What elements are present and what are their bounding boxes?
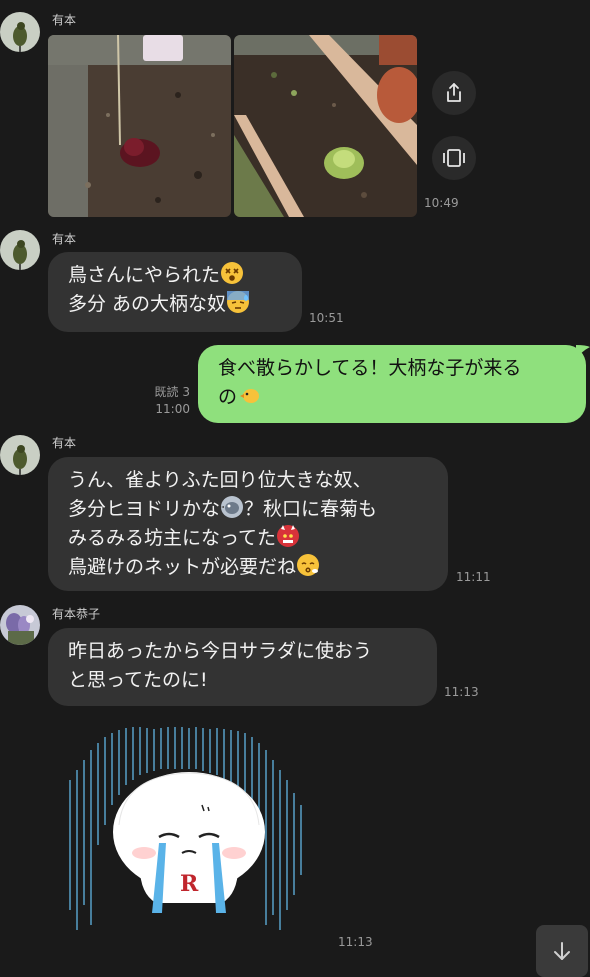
timestamp: 10:49 <box>424 196 459 210</box>
my-message-bubble[interactable]: 食べ散らかしてる！大柄な子が来る の <box>198 345 586 423</box>
message-text: 食べ散らかしてる！大柄な子が来る <box>218 357 522 379</box>
scroll-to-bottom-button[interactable] <box>536 925 588 977</box>
bird-emoji-icon <box>221 496 244 518</box>
message-text: ？秋口に春菊も <box>244 498 378 520</box>
message-bubble[interactable]: 鳥さんにやられた 多分 あの大柄な奴 <box>48 252 302 332</box>
sticker[interactable]: R <box>64 725 314 945</box>
sweat-face-emoji-icon <box>227 291 250 313</box>
bubble-tail <box>576 345 590 359</box>
avatar[interactable] <box>0 435 40 475</box>
dizzy-face-emoji-icon <box>221 262 244 284</box>
message-text: 鳥さんにやられた <box>68 264 221 286</box>
timestamp: 11:11 <box>456 570 491 584</box>
message-text: と思ってたのに! <box>68 669 208 691</box>
timestamp: 11:00 <box>155 402 190 416</box>
photo-thumbnail[interactable] <box>234 35 417 217</box>
avatar[interactable] <box>0 12 40 52</box>
chick-emoji-icon <box>238 384 260 406</box>
sigh-face-emoji-icon <box>297 554 320 576</box>
read-receipt: 既読 3 11:00 <box>140 384 190 418</box>
sender-name: 有本 <box>52 436 77 450</box>
message-text: の <box>218 386 238 408</box>
timestamp: 10:51 <box>309 311 344 325</box>
message-bubble[interactable]: うん、雀よりふた回り位大きな奴、 多分ヒヨドリかな ？秋口に春菊も みるみる坊主に… <box>48 457 448 591</box>
message-bubble[interactable]: 昨日あったから今日サラダに使おう と思ってたのに! <box>48 628 437 706</box>
timestamp: 11:13 <box>444 685 479 699</box>
share-button[interactable] <box>432 71 476 115</box>
timestamp: 11:13 <box>338 935 373 949</box>
message-text: みるみる坊主になってた <box>68 527 277 549</box>
avatar[interactable] <box>0 230 40 270</box>
oni-emoji-icon <box>277 525 300 547</box>
sender-name: 有本恭子 <box>52 607 101 621</box>
message-text: 多分 あの大柄な奴 <box>68 293 227 315</box>
message-text: うん、雀よりふた回り位大きな奴、 <box>68 469 372 491</box>
sender-name: 有本 <box>52 13 77 27</box>
avatar[interactable] <box>0 605 40 645</box>
slideshow-icon <box>443 149 465 167</box>
message-text: 鳥避けのネットが必要だね <box>68 556 297 578</box>
message-text: 昨日あったから今日サラダに使おう <box>68 640 373 662</box>
sender-name: 有本 <box>52 232 77 246</box>
photo-thumbnail[interactable] <box>48 35 231 217</box>
sticker-letter: R <box>180 871 199 897</box>
arrow-down-icon <box>554 942 570 960</box>
slideshow-button[interactable] <box>432 136 476 180</box>
share-icon <box>447 83 461 102</box>
message-text: 多分ヒヨドリかな <box>68 498 221 520</box>
